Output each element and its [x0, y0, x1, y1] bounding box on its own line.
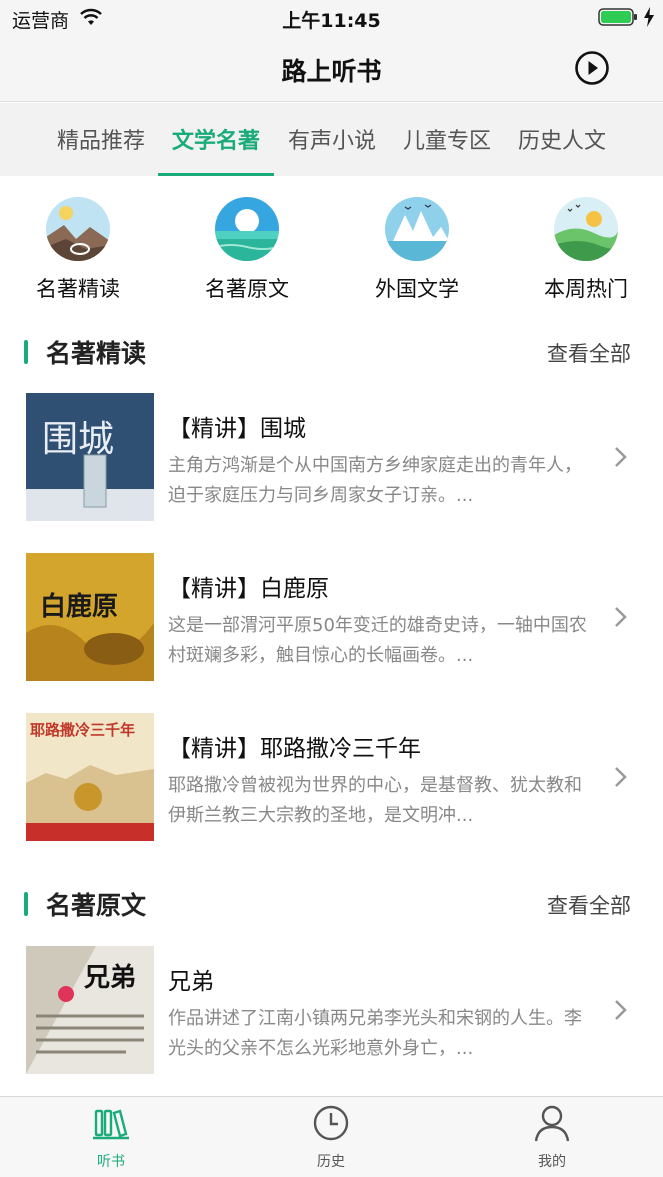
book-title: 兄弟: [168, 969, 214, 995]
book-row[interactable]: 围城 【精讲】围城 主角方鸿渐是个从中国南方乡绅家庭走出的青年人，迫于家庭压力与…: [0, 393, 663, 523]
page-title: 路上听书: [281, 57, 382, 86]
book-title: 【精讲】白鹿原: [168, 576, 329, 602]
foreign-literature-icon: [385, 197, 449, 261]
status-time: 上午11:45: [282, 10, 381, 32]
book-description: 主角方鸿渐是个从中国南方乡绅家庭走出的青年人，迫于家庭压力与同乡周家女子订亲。.…: [168, 455, 582, 506]
status-bar: 运营商 上午11:45: [0, 0, 663, 36]
book-description: 作品讲述了江南小镇两兄弟李光头和宋钢的人生。李光头的父亲不怎么光彩地意外身亡，.…: [168, 1008, 582, 1059]
chevron-right-icon: [615, 607, 627, 627]
category-classics-reading[interactable]: 名著精读: [13, 197, 143, 303]
cover-title-text: 白鹿原: [40, 591, 118, 622]
book-row[interactable]: 白鹿原 【精讲】白鹿原 这是一部渭河平原50年变迁的雄奇史诗，一轴中国农村斑斓多…: [0, 553, 663, 683]
category-label: 外国文学: [375, 277, 459, 301]
book-row[interactable]: 兄弟 兄弟 作品讲述了江南小镇两兄弟李光头和宋钢的人生。李光头的父亲不怎么光彩地…: [0, 946, 663, 1076]
tab-featured[interactable]: 精品推荐: [57, 123, 145, 155]
navigation-bar: 路上听书: [0, 36, 663, 102]
section-header-classics-reading: 名著精读 查看全部: [0, 332, 663, 372]
section-header-original-texts: 名著原文 查看全部: [0, 884, 663, 924]
tabbar-item-listen[interactable]: 听书: [51, 1103, 171, 1171]
section-accent-bar: [24, 340, 28, 364]
tabbar-item-mine[interactable]: 我的: [492, 1103, 612, 1171]
books-icon: [93, 1109, 129, 1140]
category-weekly-hot[interactable]: 本周热门: [521, 197, 651, 303]
charging-icon: [644, 7, 654, 27]
cover-title-text: 耶路撒冷三千年: [30, 721, 135, 739]
weekly-hot-icon: [554, 197, 618, 261]
book-description: 这是一部渭河平原50年变迁的雄奇史诗，一轴中国农村斑斓多彩，触目惊心的长幅画卷。…: [168, 615, 587, 666]
tabbar-label: 听书: [97, 1154, 125, 1170]
clock-icon: [313, 1105, 349, 1141]
category-foreign-literature[interactable]: 外国文学: [352, 197, 482, 303]
bottom-tab-bar: 听书 历史 我的: [0, 1096, 663, 1177]
section-accent-bar: [24, 892, 28, 916]
section-title: 名著原文: [46, 891, 147, 920]
chevron-right-icon: [615, 767, 627, 787]
cover-title-text: 兄弟: [84, 963, 136, 993]
book-cover: 白鹿原: [26, 553, 154, 681]
play-icon[interactable]: [574, 50, 610, 86]
original-texts-icon: [215, 197, 279, 261]
chevron-right-icon: [615, 1000, 627, 1020]
person-icon: [534, 1105, 570, 1142]
tabbar-item-history[interactable]: 历史: [271, 1103, 391, 1171]
tab-classics[interactable]: 文学名著: [172, 123, 260, 155]
category-label: 名著原文: [205, 277, 289, 301]
category-label: 本周热门: [544, 277, 628, 301]
section-title: 名著精读: [46, 339, 147, 368]
category-tabs: 精品推荐 文学名著 有声小说 儿童专区 历史人文: [0, 103, 663, 176]
battery-icon: [598, 8, 637, 26]
book-title: 【精讲】耶路撒冷三千年: [168, 736, 421, 762]
book-description: 耶路撒冷曾被视为世界的中心，是基督教、犹太教和伊斯兰教三大宗教的圣地，是文明冲.…: [168, 775, 582, 826]
book-title: 【精讲】围城: [168, 416, 306, 442]
view-all-link[interactable]: 查看全部: [547, 338, 631, 368]
book-cover: 耶路撒冷三千年: [26, 713, 154, 841]
book-cover: 兄弟: [26, 946, 154, 1074]
active-tab-indicator: [158, 173, 274, 176]
tabbar-label: 我的: [538, 1154, 566, 1170]
book-cover: 围城: [26, 393, 154, 521]
classics-reading-icon: [46, 197, 110, 261]
chevron-right-icon: [615, 447, 627, 467]
tab-children[interactable]: 儿童专区: [403, 123, 491, 155]
tabbar-label: 历史: [317, 1154, 345, 1170]
category-original-texts[interactable]: 名著原文: [182, 197, 312, 303]
tab-audio-novels[interactable]: 有声小说: [288, 123, 376, 155]
book-row[interactable]: 耶路撒冷三千年 【精讲】耶路撒冷三千年 耶路撒冷曾被视为世界的中心，是基督教、犹…: [0, 713, 663, 843]
category-label: 名著精读: [36, 277, 120, 301]
tab-history[interactable]: 历史人文: [518, 123, 606, 155]
view-all-link[interactable]: 查看全部: [547, 890, 631, 920]
cover-title-text: 围城: [42, 419, 114, 460]
